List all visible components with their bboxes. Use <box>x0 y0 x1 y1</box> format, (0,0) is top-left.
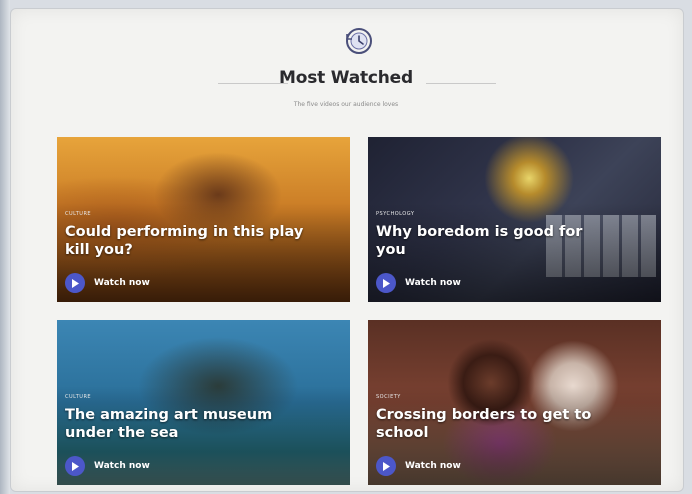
card-headline[interactable]: The amazing art museum under the sea <box>65 406 305 442</box>
card-category: Psychology <box>376 211 415 217</box>
watch-now-label[interactable]: Watch now <box>94 461 150 471</box>
card-headline[interactable]: Why boredom is good for you <box>376 223 616 259</box>
play-icon[interactable] <box>65 456 85 476</box>
video-card-1[interactable]: Culture Could performing in this play ki… <box>57 137 350 302</box>
history-clock-icon <box>346 28 372 54</box>
section-title: Most Watched <box>279 68 413 88</box>
watch-now-label[interactable]: Watch now <box>94 278 150 288</box>
video-card-3[interactable]: Culture The amazing art museum under the… <box>57 320 350 485</box>
title-divider-left <box>218 83 288 84</box>
card-category: Culture <box>65 211 92 217</box>
video-card-4[interactable]: Society Crossing borders to get to schoo… <box>368 320 661 485</box>
card-category: Culture <box>65 394 92 400</box>
watch-now-button[interactable]: Watch now <box>376 456 461 476</box>
video-card-2[interactable]: Psychology Why boredom is good for you W… <box>368 137 661 302</box>
watch-now-button[interactable]: Watch now <box>65 273 150 293</box>
play-icon[interactable] <box>376 456 396 476</box>
section-subtitle: The five videos our audience loves <box>293 101 399 108</box>
card-category: Society <box>376 394 401 400</box>
play-icon[interactable] <box>65 273 85 293</box>
card-headline[interactable]: Crossing borders to get to school <box>376 406 616 442</box>
watch-now-label[interactable]: Watch now <box>405 461 461 471</box>
play-icon[interactable] <box>376 273 396 293</box>
watch-now-label[interactable]: Watch now <box>405 278 461 288</box>
card-headline[interactable]: Could performing in this play kill you? <box>65 223 305 259</box>
watch-now-button[interactable]: Watch now <box>65 456 150 476</box>
watch-now-button[interactable]: Watch now <box>376 273 461 293</box>
title-divider-right <box>426 83 496 84</box>
